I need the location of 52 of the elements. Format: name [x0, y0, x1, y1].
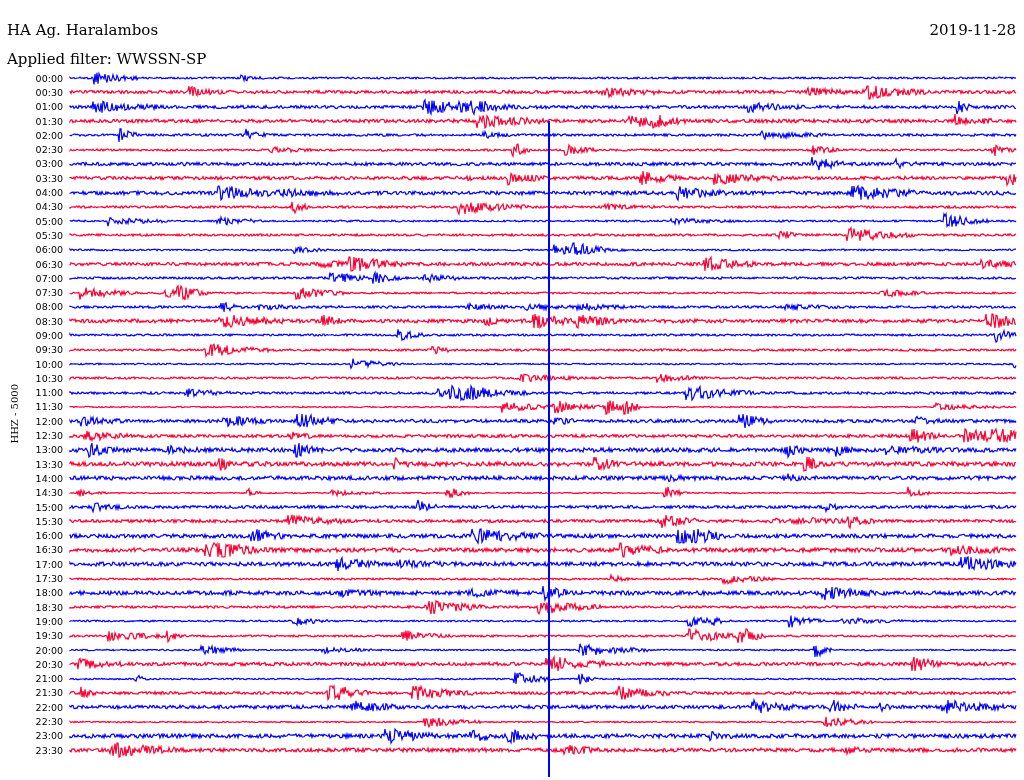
time-label: 05:30: [34, 229, 63, 241]
time-label: 16:30: [34, 544, 63, 556]
station-name: HA Ag. Haralambos: [7, 20, 159, 40]
time-label: 19:00: [34, 615, 63, 627]
time-label: 14:30: [34, 487, 63, 499]
time-label: 10:30: [34, 372, 63, 384]
time-label: 21:00: [34, 673, 63, 685]
time-label: 02:00: [34, 129, 63, 141]
time-label: 14:00: [34, 472, 63, 484]
time-label: 17:00: [34, 558, 63, 570]
time-label: 17:30: [34, 573, 63, 585]
time-label: 12:00: [34, 415, 63, 427]
time-label: 10:00: [34, 358, 63, 370]
time-label: 12:30: [34, 430, 63, 442]
time-label: 07:30: [34, 287, 63, 299]
time-label: 20:30: [34, 658, 63, 670]
filter-label: Applied filter: WWSSN-SP: [7, 49, 208, 69]
time-label: 16:00: [34, 530, 63, 542]
time-label: 03:00: [34, 158, 63, 170]
time-label: 20:00: [34, 644, 63, 656]
time-label: 00:00: [34, 72, 63, 84]
time-label: 07:00: [34, 272, 63, 284]
time-label: 09:30: [34, 344, 63, 356]
time-label: 18:00: [34, 587, 63, 599]
time-label: 04:00: [34, 187, 63, 198]
time-label: 05:00: [34, 215, 63, 227]
time-label: 08:30: [34, 315, 63, 327]
time-label: 22:30: [34, 716, 63, 727]
time-label: 15:30: [34, 515, 63, 527]
time-label: 00:30: [34, 86, 63, 98]
time-label: 06:30: [34, 258, 63, 270]
time-label: 09:00: [34, 330, 63, 341]
time-label: 01:00: [34, 101, 63, 113]
time-label: 13:00: [34, 444, 63, 456]
time-label: 21:30: [34, 687, 63, 699]
date-label: 2019-11-28: [929, 20, 1016, 40]
time-label: 02:30: [34, 144, 63, 156]
time-label: 23:30: [34, 744, 63, 756]
time-label: 19:30: [34, 630, 63, 642]
time-label: 01:30: [34, 115, 63, 127]
time-label: 11:00: [34, 387, 63, 399]
time-label: 11:30: [34, 401, 63, 413]
time-label: 08:00: [34, 301, 63, 313]
channel-axis-label: HHZ - 5000: [8, 384, 20, 444]
time-label: 15:00: [34, 501, 63, 513]
time-label: 22:00: [34, 701, 63, 713]
time-label: 03:30: [34, 172, 63, 184]
time-label: 23:00: [34, 730, 63, 742]
time-label: 13:30: [34, 458, 63, 470]
time-label: 04:30: [34, 201, 63, 213]
time-label: 06:00: [34, 244, 63, 256]
time-label: 18:30: [34, 601, 63, 613]
